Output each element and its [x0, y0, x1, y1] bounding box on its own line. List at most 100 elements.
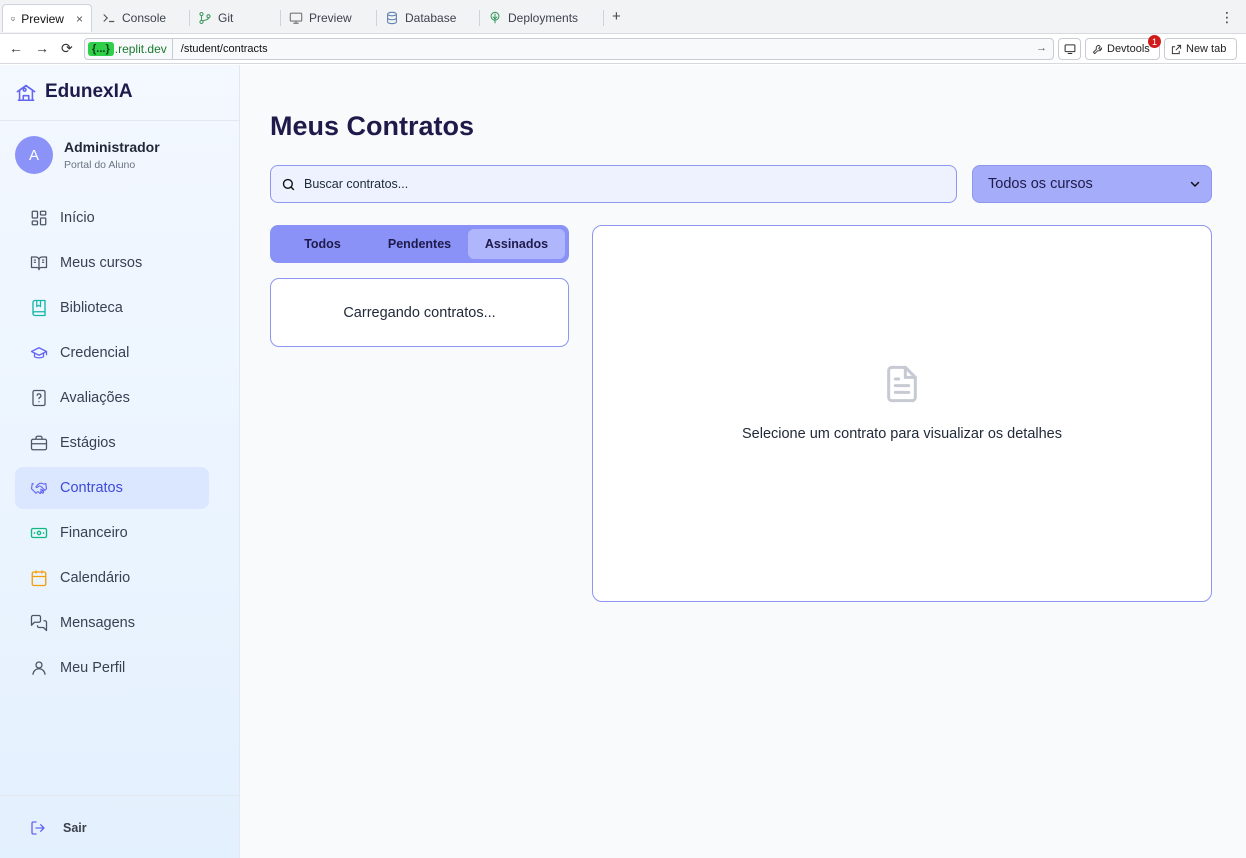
tab-database[interactable]: Database	[377, 4, 480, 32]
back-arrow-icon[interactable]: ←	[9, 40, 23, 56]
tab-divider	[603, 10, 604, 26]
sidebar-item-label: Financeiro	[60, 525, 128, 541]
brand-name: EdunexIA	[45, 81, 133, 102]
device-preview-button[interactable]	[1058, 38, 1081, 60]
tab-preview[interactable]: Preview ×	[2, 4, 92, 32]
loading-message: Carregando contratos...	[343, 304, 496, 321]
go-arrow-icon[interactable]: →	[1036, 42, 1047, 54]
sidebar-item-mensagens[interactable]: Mensagens	[15, 602, 209, 644]
devtools-label: Devtools	[1107, 43, 1150, 55]
external-link-icon	[1171, 44, 1182, 54]
logout-button[interactable]: Sair	[30, 820, 87, 836]
school-building-icon	[16, 84, 36, 102]
tab-label: Console	[122, 11, 167, 25]
search-input[interactable]	[304, 177, 904, 191]
url-chip: {...}	[88, 42, 114, 56]
tab-label: Deployments	[508, 11, 579, 25]
monitor-icon	[11, 16, 16, 21]
tab-label: Preview	[309, 11, 352, 25]
forward-arrow-icon[interactable]: →	[35, 40, 49, 56]
search-bar[interactable]	[270, 165, 957, 203]
course-filter-select[interactable]: Todos os cursos	[972, 165, 1212, 203]
sidebar-item-label: Mensagens	[60, 615, 135, 631]
git-icon	[199, 11, 211, 25]
tab-deployments[interactable]: Deployments	[480, 4, 604, 32]
sidebar-item-biblioteca[interactable]: Biblioteca	[15, 287, 209, 329]
user-profile: A Administrador Portal do Aluno	[15, 136, 160, 174]
tab-todos[interactable]: Todos	[274, 229, 371, 259]
sidebar-item-contratos[interactable]: Contratos	[15, 467, 209, 509]
tab-git[interactable]: Git	[190, 4, 281, 32]
sidebar-item-label: Calendário	[60, 570, 131, 586]
terminal-icon	[103, 14, 115, 23]
book-open-icon	[30, 256, 48, 271]
sidebar-item-label: Meus cursos	[60, 255, 143, 271]
sidebar-item-credencial[interactable]: Credencial	[15, 332, 209, 374]
url-path: /student/contracts	[180, 43, 268, 55]
database-icon	[387, 11, 397, 25]
contract-detail-panel: Selecione um contrato para visualizar os…	[592, 225, 1212, 602]
monitor-icon	[1064, 44, 1075, 55]
library-icon	[32, 299, 46, 317]
address-bar[interactable]: {...} .replit.dev /student/contracts →	[84, 38, 1054, 60]
sidebar-item-label: Estágios	[60, 435, 116, 451]
messages-icon	[30, 614, 48, 632]
logout-icon	[31, 821, 45, 835]
sidebar-item-meus-cursos[interactable]: Meus cursos	[15, 242, 209, 284]
browser-tab-bar: Preview × Console Git Preview Database D…	[0, 0, 1246, 34]
tab-label: Preview	[21, 11, 64, 26]
handshake-icon	[30, 482, 48, 494]
sidebar-item-avaliacoes[interactable]: Avaliações	[15, 377, 209, 419]
sidebar-item-financeiro[interactable]: Financeiro	[15, 512, 209, 554]
sidebar-item-label: Avaliações	[60, 390, 130, 406]
search-icon	[282, 178, 295, 190]
chevron-down-icon	[1190, 181, 1200, 187]
sidebar-item-inicio[interactable]: Início	[15, 197, 209, 239]
course-filter-value: Todos os cursos	[988, 176, 1093, 192]
sidebar: EdunexIA A Administrador Portal do Aluno…	[0, 65, 240, 858]
page-title: Meus Contratos	[270, 111, 475, 141]
contracts-list: Carregando contratos...	[270, 278, 569, 347]
browser-url-bar: ← → ⟳ {...} .replit.dev /student/contrac…	[0, 34, 1246, 64]
sidebar-item-meu-perfil[interactable]: Meu Perfil	[15, 647, 209, 689]
grid-icon	[31, 210, 47, 226]
sidebar-nav: Início Meus cursos Biblioteca Credencial…	[15, 197, 209, 692]
sidebar-item-calendario[interactable]: Calendário	[15, 557, 209, 599]
more-options-icon[interactable]: ⋮	[1220, 9, 1234, 26]
tab-label: Database	[405, 11, 457, 25]
devtools-button[interactable]: Devtools 1	[1085, 35, 1161, 60]
sidebar-item-estagios[interactable]: Estágios	[15, 422, 209, 464]
user-role: Portal do Aluno	[64, 159, 136, 171]
tab-assinados[interactable]: Assinados	[468, 229, 565, 259]
new-tab-label: New tab	[1186, 43, 1227, 55]
briefcase-icon	[30, 435, 48, 451]
divider	[0, 795, 239, 796]
user-name: Administrador	[64, 139, 160, 155]
deployments-icon	[490, 11, 500, 24]
banknote-icon	[30, 527, 48, 539]
calendar-icon	[31, 570, 47, 587]
divider	[0, 120, 239, 121]
tab-preview-2[interactable]: Preview	[281, 4, 377, 32]
tab-console[interactable]: Console	[94, 4, 190, 32]
sidebar-item-label: Credencial	[60, 345, 130, 361]
sidebar-item-label: Início	[60, 210, 95, 226]
sidebar-item-label: Biblioteca	[60, 300, 123, 316]
brand[interactable]: EdunexIA	[15, 81, 133, 103]
avatar: A	[15, 136, 53, 174]
tab-label: Git	[218, 11, 234, 25]
empty-detail-message: Selecione um contrato para visualizar os…	[742, 426, 1062, 442]
new-tab-plus-icon[interactable]: +	[612, 8, 621, 25]
tab-pendentes[interactable]: Pendentes	[371, 229, 468, 259]
close-tab-icon[interactable]: ×	[76, 12, 83, 26]
logout-label: Sair	[63, 821, 87, 835]
new-tab-button[interactable]: New tab	[1164, 38, 1237, 60]
reload-icon[interactable]: ⟳	[61, 40, 73, 57]
user-icon	[32, 661, 46, 675]
question-file-icon	[32, 389, 46, 407]
url-domain: .replit.dev	[114, 42, 167, 56]
devtools-badge: 1	[1148, 35, 1161, 48]
file-text-icon	[887, 365, 917, 403]
wrench-icon	[1092, 44, 1103, 54]
main-content: Meus Contratos Todos os cursos Todos Pen…	[240, 65, 1246, 858]
